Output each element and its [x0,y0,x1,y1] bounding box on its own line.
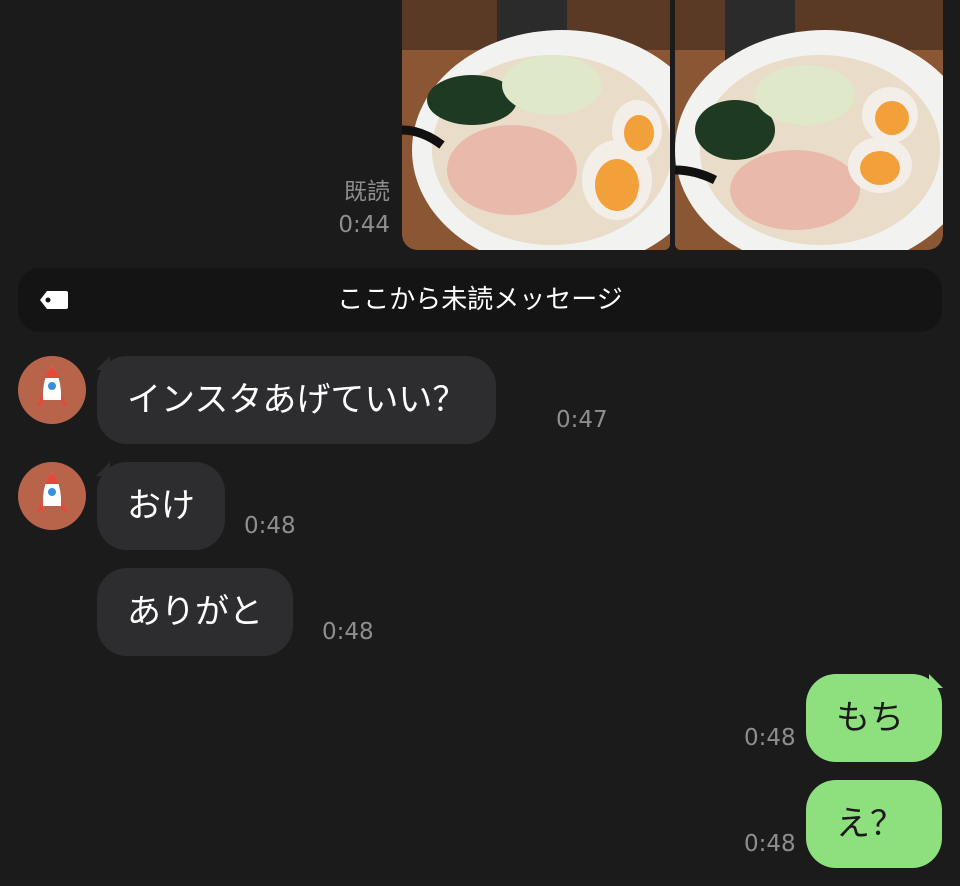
ramen-photo-1[interactable] [402,0,670,250]
message-bubble-outgoing[interactable]: え？ [806,780,942,868]
message-timestamp: 0:48 [744,831,796,857]
message-bubble-incoming[interactable]: インスタあげていい？ [97,356,497,444]
unread-divider: ここから未読メッセージ [18,268,942,332]
avatar[interactable] [18,356,86,424]
message-bubble-incoming[interactable]: ありがと [97,568,293,656]
message-timestamp: 0:48 [322,619,374,645]
message-timestamp: 0:48 [244,513,296,539]
ramen-photo-2[interactable] [675,0,943,250]
message-bubble-incoming[interactable]: おけ [97,462,225,550]
avatar[interactable] [18,462,86,530]
read-receipt: 既読 [344,179,390,205]
sent-photo-group [402,0,943,250]
rocket-icon [36,472,68,512]
message-timestamp: 0:48 [744,725,796,751]
message-timestamp: 0:47 [556,407,608,433]
message-bubble-outgoing[interactable]: もち [806,674,942,762]
photo-status: 既読 0:44 [338,176,390,242]
rocket-icon [36,366,68,406]
chat-view: 既読 0:44 ここから未読メッセージ インスタあげていい？ 0:47 おけ 0… [0,0,960,886]
unread-divider-label: ここから未読メッセージ [337,285,623,315]
photo-timestamp: 0:44 [338,212,390,238]
bubble-tail [929,674,943,688]
